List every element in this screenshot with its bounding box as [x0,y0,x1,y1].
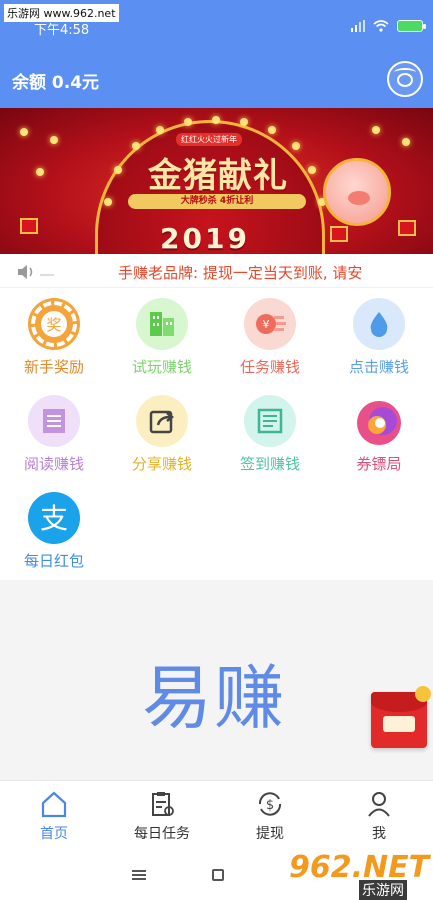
grid-item-newbie-reward[interactable]: 奖 新手奖励 [0,290,108,387]
svg-text:$: $ [266,798,274,813]
profile-avatar-icon[interactable] [387,61,423,97]
banner-year: 2019 [160,222,250,254]
tab-me[interactable]: 我 [325,787,433,843]
grid-item-label: 阅读赚钱 [23,455,84,473]
document-icon [28,395,80,447]
signal-icon [351,20,365,32]
gift-icon [398,220,416,236]
app-screen: 乐游网 www.962.net 下午4:58 余额 0.4元 红红火火过新年 金… [0,0,433,900]
bottom-tab-bar: 首页 每日任务 $ 提现 我 [0,780,433,844]
system-icons [351,20,426,32]
floating-redpacket-button[interactable] [371,686,431,748]
brand-logo: 易赚 [142,657,286,739]
grid-item-daily-redpacket[interactable]: 支 每日红包 [0,484,108,581]
alipay-icon: 支 [28,492,80,544]
menu-icon[interactable] [132,870,146,880]
coin-icon [415,686,431,702]
gift-icon [20,218,38,234]
grid-item-label: 点击赚钱 [348,358,409,376]
site-watermark-logo: 962.NET 乐游网 [285,850,433,900]
grid-item-label: 试玩赚钱 [131,358,192,376]
clipboard-icon [152,792,174,816]
grid-item-label: 签到赚钱 [239,455,300,473]
tab-label: 提现 [256,826,284,842]
home-icon [41,791,67,818]
header: 乐游网 www.962.net 下午4:58 余额 0.4元 [0,0,433,108]
tab-label: 我 [372,826,386,842]
notice-bar[interactable]: 手赚老品牌: 提现一定当天到账, 请安 [0,254,433,288]
banner-tag: 红红火火过新年 [176,133,242,146]
status-bar: 乐游网 www.962.net 下午4:58 [0,0,433,40]
grid-item-click-earn[interactable]: 点击赚钱 [325,290,433,387]
tab-label: 首页 [40,826,68,842]
grid-item-label: 每日红包 [23,552,84,570]
system-nav-bar: 962.NET 乐游网 [0,844,433,900]
brand-area: 易赚 [0,580,433,780]
grid-item-checkin-earn[interactable]: 签到赚钱 [216,387,324,484]
tab-withdraw[interactable]: $ 提现 [216,787,324,843]
grid-item-label: 分享赚钱 [131,455,192,473]
coupon-swirl-icon [353,395,405,447]
grid-item-label: 新手奖励 [23,358,84,376]
battery-icon [397,20,426,32]
grid-item-task-earn[interactable]: ¥ 任务赚钱 [216,290,324,387]
svg-text:支: 支 [40,502,68,535]
share-icon [136,395,188,447]
svg-text:奖: 奖 [46,316,61,334]
banner-subtitle: 大牌秒杀 4折让利 [128,194,306,209]
balance-label: 余额 0.4元 [12,73,100,93]
droplet-icon [353,298,405,350]
tab-label: 每日任务 [134,826,190,842]
grid-item-trial-earn[interactable]: 试玩赚钱 [108,290,216,387]
gift-icon [330,226,348,242]
pig-icon [323,158,391,226]
promo-banner[interactable]: 红红火火过新年 金猪献礼 大牌秒杀 4折让利 2019 [0,108,433,254]
watermark-small: 乐游网 [359,880,407,900]
grid-item-coupon-bureau[interactable]: 券镖局 [325,387,433,484]
reward-icon: 奖 [28,298,80,350]
coin-icon: ¥ [244,298,296,350]
grid-item-share-earn[interactable]: 分享赚钱 [108,387,216,484]
banner-title: 金猪献礼 [148,156,288,196]
user-icon [368,792,390,817]
wifi-icon [373,20,389,32]
speaker-icon [18,265,33,279]
tab-daily-tasks[interactable]: 每日任务 [108,787,216,843]
dollar-refresh-icon: $ [258,792,282,816]
svg-text:¥: ¥ [263,318,270,331]
home-square-icon[interactable] [212,869,224,881]
status-time: 下午4:58 [34,23,90,38]
feature-grid: 奖 新手奖励 试玩赚钱 ¥ 任务赚钱 点击赚钱 阅读赚钱 分享赚钱 签到赚钱 券… [0,290,433,580]
notice-text: 手赚老品牌: 提现一定当天到账, 请安 [118,264,363,282]
tab-home[interactable]: 首页 [0,787,108,843]
divider [40,266,54,276]
grid-item-read-earn[interactable]: 阅读赚钱 [0,387,108,484]
building-icon [136,298,188,350]
grid-item-label: 券镖局 [356,455,402,473]
calendar-icon [244,395,296,447]
grid-item-label: 任务赚钱 [239,358,300,376]
